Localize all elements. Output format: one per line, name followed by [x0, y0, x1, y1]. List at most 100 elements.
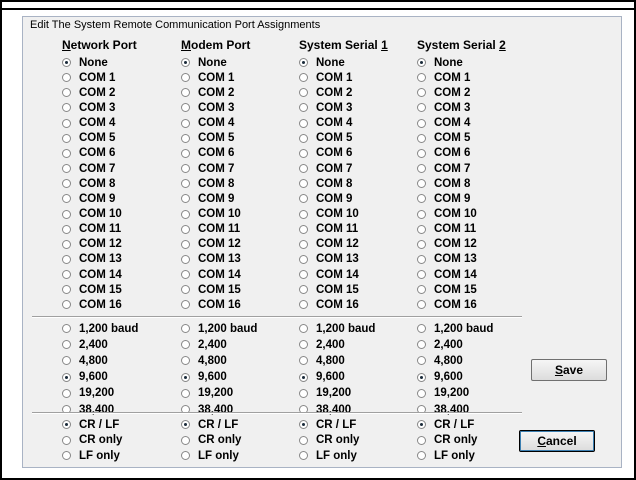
network-port-port-option[interactable]: COM 4	[62, 116, 115, 131]
radio-button-icon[interactable]	[299, 118, 308, 128]
modem-port-port-option[interactable]: COM 4	[181, 116, 234, 131]
network-port-baud-option[interactable]: 38,400	[62, 402, 114, 417]
radio-button-icon[interactable]	[417, 194, 426, 204]
system-serial-2-port-option[interactable]: COM 10	[417, 207, 477, 222]
radio-button-icon[interactable]	[417, 73, 426, 83]
radio-button-icon[interactable]	[417, 324, 426, 333]
radio-button-icon[interactable]	[299, 224, 308, 234]
modem-port-baud-option[interactable]: 19,200	[181, 386, 233, 401]
network-port-eol-option[interactable]: LF only	[62, 448, 120, 463]
radio-button-icon[interactable]	[299, 148, 308, 158]
radio-button-icon[interactable]	[299, 103, 308, 113]
radio-button-icon[interactable]	[181, 435, 190, 445]
radio-button-icon[interactable]	[62, 356, 71, 366]
modem-port-port-option[interactable]: COM 1	[181, 70, 234, 85]
modem-port-baud-option[interactable]: 4,800	[181, 353, 227, 368]
radio-button-icon[interactable]	[417, 164, 426, 174]
modem-port-port-option[interactable]: COM 7	[181, 161, 234, 176]
system-serial-1-port-option[interactable]: COM 13	[299, 252, 359, 267]
radio-button-icon[interactable]	[62, 224, 71, 234]
system-serial-2-baud-option[interactable]: 9,600	[417, 370, 463, 385]
radio-button-icon[interactable]	[417, 148, 426, 158]
radio-button-icon[interactable]	[181, 118, 190, 128]
modem-port-eol-option[interactable]: CR only	[181, 433, 241, 448]
radio-button-icon[interactable]	[181, 340, 190, 350]
cancel-button[interactable]: Cancel	[519, 430, 595, 452]
radio-button-icon[interactable]	[62, 300, 71, 310]
radio-button-icon[interactable]	[299, 194, 308, 204]
system-serial-2-port-option[interactable]: None	[417, 55, 463, 70]
system-serial-2-port-option[interactable]: COM 7	[417, 161, 470, 176]
radio-button-icon[interactable]	[417, 300, 426, 310]
system-serial-2-port-option[interactable]: COM 15	[417, 282, 477, 297]
system-serial-1-port-option[interactable]: COM 14	[299, 267, 359, 282]
system-serial-2-baud-option[interactable]: 4,800	[417, 353, 463, 368]
network-port-port-option[interactable]: COM 1	[62, 70, 115, 85]
network-port-baud-option[interactable]: 1,200 baud	[62, 321, 138, 336]
radio-button-icon[interactable]	[62, 285, 71, 295]
system-serial-1-port-option[interactable]: COM 16	[299, 297, 359, 312]
system-serial-2-port-option[interactable]: COM 16	[417, 297, 477, 312]
network-port-port-option[interactable]: COM 10	[62, 207, 122, 222]
radio-button-icon[interactable]	[62, 435, 71, 445]
modem-port-port-option[interactable]: None	[181, 55, 227, 70]
system-serial-1-port-option[interactable]: COM 5	[299, 131, 352, 146]
modem-port-port-option[interactable]: COM 16	[181, 297, 241, 312]
radio-button-icon[interactable]	[181, 73, 190, 83]
radio-button-icon[interactable]	[181, 372, 190, 382]
modem-port-baud-option[interactable]: 2,400	[181, 337, 227, 352]
radio-button-icon[interactable]	[62, 103, 71, 113]
radio-button-icon[interactable]	[181, 164, 190, 174]
radio-button-icon[interactable]	[62, 148, 71, 158]
radio-button-icon[interactable]	[299, 88, 308, 98]
modem-port-eol-option[interactable]: LF only	[181, 448, 239, 463]
modem-port-port-option[interactable]: COM 3	[181, 100, 234, 115]
modem-port-baud-option[interactable]: 1,200 baud	[181, 321, 257, 336]
system-serial-2-port-option[interactable]: COM 6	[417, 146, 470, 161]
radio-button-icon[interactable]	[417, 388, 426, 398]
radio-button-icon[interactable]	[181, 324, 190, 333]
system-serial-2-port-option[interactable]: COM 14	[417, 267, 477, 282]
radio-button-icon[interactable]	[299, 58, 308, 67]
radio-button-icon[interactable]	[181, 285, 190, 295]
network-port-eol-option[interactable]: CR / LF	[62, 417, 119, 432]
system-serial-2-port-option[interactable]: COM 11	[417, 222, 476, 237]
radio-button-icon[interactable]	[417, 356, 426, 366]
radio-button-icon[interactable]	[181, 451, 190, 460]
network-port-eol-option[interactable]: CR only	[62, 433, 122, 448]
radio-button-icon[interactable]	[181, 356, 190, 366]
system-serial-2-port-option[interactable]: COM 5	[417, 131, 470, 146]
system-serial-1-baud-option[interactable]: 2,400	[299, 337, 345, 352]
radio-button-icon[interactable]	[417, 239, 426, 249]
modem-port-port-option[interactable]: COM 10	[181, 207, 241, 222]
radio-button-icon[interactable]	[299, 300, 308, 310]
radio-button-icon[interactable]	[417, 420, 426, 429]
modem-port-port-option[interactable]: COM 2	[181, 85, 234, 100]
system-serial-2-port-option[interactable]: COM 2	[417, 85, 470, 100]
network-port-baud-option[interactable]: 4,800	[62, 353, 108, 368]
network-port-baud-option[interactable]: 9,600	[62, 370, 108, 385]
radio-button-icon[interactable]	[62, 73, 71, 83]
radio-button-icon[interactable]	[417, 372, 426, 382]
radio-button-icon[interactable]	[62, 209, 71, 219]
radio-button-icon[interactable]	[181, 148, 190, 158]
radio-button-icon[interactable]	[299, 239, 308, 249]
system-serial-1-port-option[interactable]: COM 8	[299, 176, 352, 191]
radio-button-icon[interactable]	[299, 285, 308, 295]
radio-button-icon[interactable]	[417, 209, 426, 219]
radio-button-icon[interactable]	[181, 224, 190, 234]
system-serial-2-port-option[interactable]: COM 12	[417, 237, 477, 252]
save-button[interactable]: Save	[531, 359, 607, 381]
system-serial-2-eol-option[interactable]: LF only	[417, 448, 475, 463]
radio-button-icon[interactable]	[181, 133, 190, 143]
radio-button-icon[interactable]	[181, 420, 190, 429]
system-serial-1-port-option[interactable]: COM 1	[299, 70, 352, 85]
radio-button-icon[interactable]	[62, 58, 71, 67]
radio-button-icon[interactable]	[62, 133, 71, 143]
network-port-baud-option[interactable]: 19,200	[62, 386, 114, 401]
system-serial-1-baud-option[interactable]: 1,200 baud	[299, 321, 375, 336]
system-serial-2-eol-option[interactable]: CR only	[417, 433, 477, 448]
radio-button-icon[interactable]	[62, 164, 71, 174]
system-serial-2-baud-option[interactable]: 38,400	[417, 402, 469, 417]
radio-button-icon[interactable]	[299, 420, 308, 429]
